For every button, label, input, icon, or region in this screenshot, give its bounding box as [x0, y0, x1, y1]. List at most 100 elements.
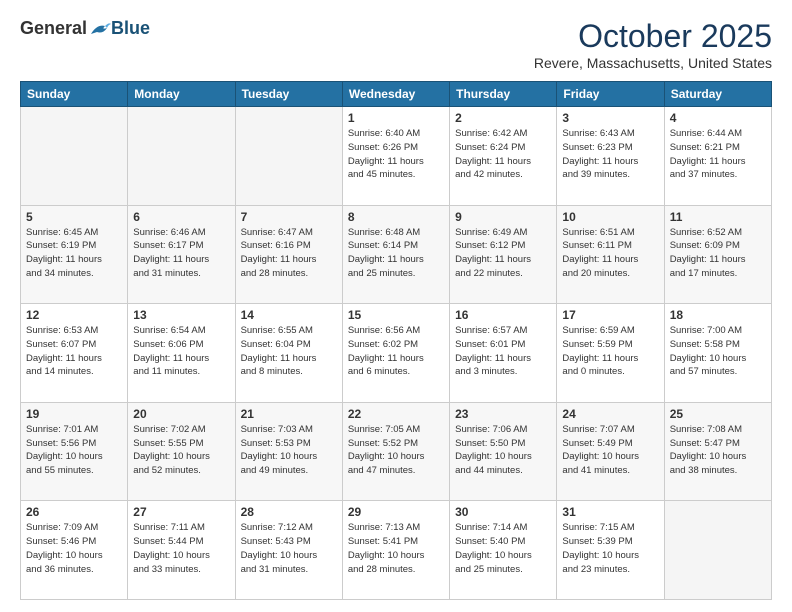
- day-number: 18: [670, 308, 766, 322]
- calendar-header-row: Sunday Monday Tuesday Wednesday Thursday…: [21, 82, 772, 107]
- table-row: 14 Sunrise: 6:55 AM Sunset: 6:04 PM Dayli…: [235, 304, 342, 403]
- table-row: 20 Sunrise: 7:02 AM Sunset: 5:55 PM Dayli…: [128, 402, 235, 501]
- table-row: 7 Sunrise: 6:47 AM Sunset: 6:16 PM Daylig…: [235, 205, 342, 304]
- day-info: Sunrise: 6:49 AM Sunset: 6:12 PM Dayligh…: [455, 226, 551, 281]
- table-row: 2Sunrise: 6:42 AM Sunset: 6:24 PM Daylig…: [450, 107, 557, 206]
- table-row: 30 Sunrise: 7:14 AM Sunset: 5:40 PM Dayli…: [450, 501, 557, 600]
- day-number: 9: [455, 210, 551, 224]
- table-row: [235, 107, 342, 206]
- col-saturday: Saturday: [664, 82, 771, 107]
- day-info: Sunrise: 7:06 AM Sunset: 5:50 PM Dayligh…: [455, 423, 551, 478]
- table-row: [128, 107, 235, 206]
- day-info: Sunrise: 7:08 AM Sunset: 5:47 PM Dayligh…: [670, 423, 766, 478]
- day-info: Sunrise: 7:09 AM Sunset: 5:46 PM Dayligh…: [26, 521, 122, 576]
- day-number: 28: [241, 505, 337, 519]
- calendar-week-row: 12Sunrise: 6:53 AM Sunset: 6:07 PM Dayli…: [21, 304, 772, 403]
- day-info: Sunrise: 7:00 AM Sunset: 5:58 PM Dayligh…: [670, 324, 766, 379]
- table-row: 3Sunrise: 6:43 AM Sunset: 6:23 PM Daylig…: [557, 107, 664, 206]
- table-row: 6Sunrise: 6:46 AM Sunset: 6:17 PM Daylig…: [128, 205, 235, 304]
- table-row: 12Sunrise: 6:53 AM Sunset: 6:07 PM Dayli…: [21, 304, 128, 403]
- day-number: 17: [562, 308, 658, 322]
- table-row: 15Sunrise: 6:56 AM Sunset: 6:02 PM Dayli…: [342, 304, 449, 403]
- day-number: 26: [26, 505, 122, 519]
- day-info: Sunrise: 7:01 AM Sunset: 5:56 PM Dayligh…: [26, 423, 122, 478]
- day-info: Sunrise: 6:47 AM Sunset: 6:16 PM Dayligh…: [241, 226, 337, 281]
- table-row: 28Sunrise: 7:12 AM Sunset: 5:43 PM Dayli…: [235, 501, 342, 600]
- day-info: Sunrise: 6:43 AM Sunset: 6:23 PM Dayligh…: [562, 127, 658, 182]
- col-thursday: Thursday: [450, 82, 557, 107]
- day-info: Sunrise: 7:11 AM Sunset: 5:44 PM Dayligh…: [133, 521, 229, 576]
- day-info: Sunrise: 7:02 AM Sunset: 5:55 PM Dayligh…: [133, 423, 229, 478]
- table-row: 29 Sunrise: 7:13 AM Sunset: 5:41 PM Dayli…: [342, 501, 449, 600]
- day-info: Sunrise: 7:05 AM Sunset: 5:52 PM Dayligh…: [348, 423, 444, 478]
- table-row: 23 Sunrise: 7:06 AM Sunset: 5:50 PM Dayli…: [450, 402, 557, 501]
- logo-bird-icon: [89, 20, 111, 38]
- day-info: Sunrise: 7:13 AM Sunset: 5:41 PM Dayligh…: [348, 521, 444, 576]
- day-info: Sunrise: 6:48 AM Sunset: 6:14 PM Dayligh…: [348, 226, 444, 281]
- page: General Blue October 2025 Revere, Massac…: [0, 0, 792, 612]
- day-info: Sunrise: 6:44 AM Sunset: 6:21 PM Dayligh…: [670, 127, 766, 182]
- col-friday: Friday: [557, 82, 664, 107]
- day-info: Sunrise: 6:53 AM Sunset: 6:07 PM Dayligh…: [26, 324, 122, 379]
- day-number: 25: [670, 407, 766, 421]
- day-info: Sunrise: 6:52 AM Sunset: 6:09 PM Dayligh…: [670, 226, 766, 281]
- logo-general-text: General: [20, 18, 87, 39]
- logo-blue-text: Blue: [111, 18, 150, 39]
- day-number: 7: [241, 210, 337, 224]
- day-number: 22: [348, 407, 444, 421]
- location-title: Revere, Massachusetts, United States: [534, 55, 772, 71]
- day-number: 15: [348, 308, 444, 322]
- day-number: 5: [26, 210, 122, 224]
- day-number: 23: [455, 407, 551, 421]
- col-wednesday: Wednesday: [342, 82, 449, 107]
- table-row: [21, 107, 128, 206]
- table-row: [664, 501, 771, 600]
- day-number: 29: [348, 505, 444, 519]
- table-row: 25 Sunrise: 7:08 AM Sunset: 5:47 PM Dayli…: [664, 402, 771, 501]
- table-row: 8 Sunrise: 6:48 AM Sunset: 6:14 PM Daylig…: [342, 205, 449, 304]
- day-info: Sunrise: 7:14 AM Sunset: 5:40 PM Dayligh…: [455, 521, 551, 576]
- day-number: 19: [26, 407, 122, 421]
- table-row: 9 Sunrise: 6:49 AM Sunset: 6:12 PM Daylig…: [450, 205, 557, 304]
- day-number: 16: [455, 308, 551, 322]
- col-sunday: Sunday: [21, 82, 128, 107]
- table-row: 19 Sunrise: 7:01 AM Sunset: 5:56 PM Dayli…: [21, 402, 128, 501]
- table-row: 4 Sunrise: 6:44 AM Sunset: 6:21 PM Daylig…: [664, 107, 771, 206]
- calendar-week-row: 19 Sunrise: 7:01 AM Sunset: 5:56 PM Dayli…: [21, 402, 772, 501]
- day-number: 21: [241, 407, 337, 421]
- col-monday: Monday: [128, 82, 235, 107]
- day-number: 14: [241, 308, 337, 322]
- day-number: 30: [455, 505, 551, 519]
- table-row: 21 Sunrise: 7:03 AM Sunset: 5:53 PM Dayli…: [235, 402, 342, 501]
- day-info: Sunrise: 6:55 AM Sunset: 6:04 PM Dayligh…: [241, 324, 337, 379]
- table-row: 22 Sunrise: 7:05 AM Sunset: 5:52 PM Dayli…: [342, 402, 449, 501]
- table-row: 18 Sunrise: 7:00 AM Sunset: 5:58 PM Dayli…: [664, 304, 771, 403]
- title-block: October 2025 Revere, Massachusetts, Unit…: [534, 18, 772, 71]
- col-tuesday: Tuesday: [235, 82, 342, 107]
- table-row: 26 Sunrise: 7:09 AM Sunset: 5:46 PM Dayli…: [21, 501, 128, 600]
- calendar-week-row: 1Sunrise: 6:40 AM Sunset: 6:26 PM Daylig…: [21, 107, 772, 206]
- day-info: Sunrise: 6:40 AM Sunset: 6:26 PM Dayligh…: [348, 127, 444, 182]
- calendar-week-row: 26 Sunrise: 7:09 AM Sunset: 5:46 PM Dayli…: [21, 501, 772, 600]
- day-info: Sunrise: 6:51 AM Sunset: 6:11 PM Dayligh…: [562, 226, 658, 281]
- day-info: Sunrise: 7:15 AM Sunset: 5:39 PM Dayligh…: [562, 521, 658, 576]
- day-number: 4: [670, 111, 766, 125]
- calendar: Sunday Monday Tuesday Wednesday Thursday…: [20, 81, 772, 600]
- day-info: Sunrise: 6:57 AM Sunset: 6:01 PM Dayligh…: [455, 324, 551, 379]
- day-number: 31: [562, 505, 658, 519]
- table-row: 31 Sunrise: 7:15 AM Sunset: 5:39 PM Dayli…: [557, 501, 664, 600]
- day-info: Sunrise: 7:03 AM Sunset: 5:53 PM Dayligh…: [241, 423, 337, 478]
- day-number: 24: [562, 407, 658, 421]
- table-row: 5 Sunrise: 6:45 AM Sunset: 6:19 PM Daylig…: [21, 205, 128, 304]
- table-row: 11Sunrise: 6:52 AM Sunset: 6:09 PM Dayli…: [664, 205, 771, 304]
- day-number: 10: [562, 210, 658, 224]
- table-row: 17Sunrise: 6:59 AM Sunset: 5:59 PM Dayli…: [557, 304, 664, 403]
- table-row: 24Sunrise: 7:07 AM Sunset: 5:49 PM Dayli…: [557, 402, 664, 501]
- day-number: 13: [133, 308, 229, 322]
- day-number: 8: [348, 210, 444, 224]
- table-row: 13Sunrise: 6:54 AM Sunset: 6:06 PM Dayli…: [128, 304, 235, 403]
- day-number: 20: [133, 407, 229, 421]
- month-title: October 2025: [534, 18, 772, 55]
- day-info: Sunrise: 6:45 AM Sunset: 6:19 PM Dayligh…: [26, 226, 122, 281]
- logo: General Blue: [20, 18, 150, 39]
